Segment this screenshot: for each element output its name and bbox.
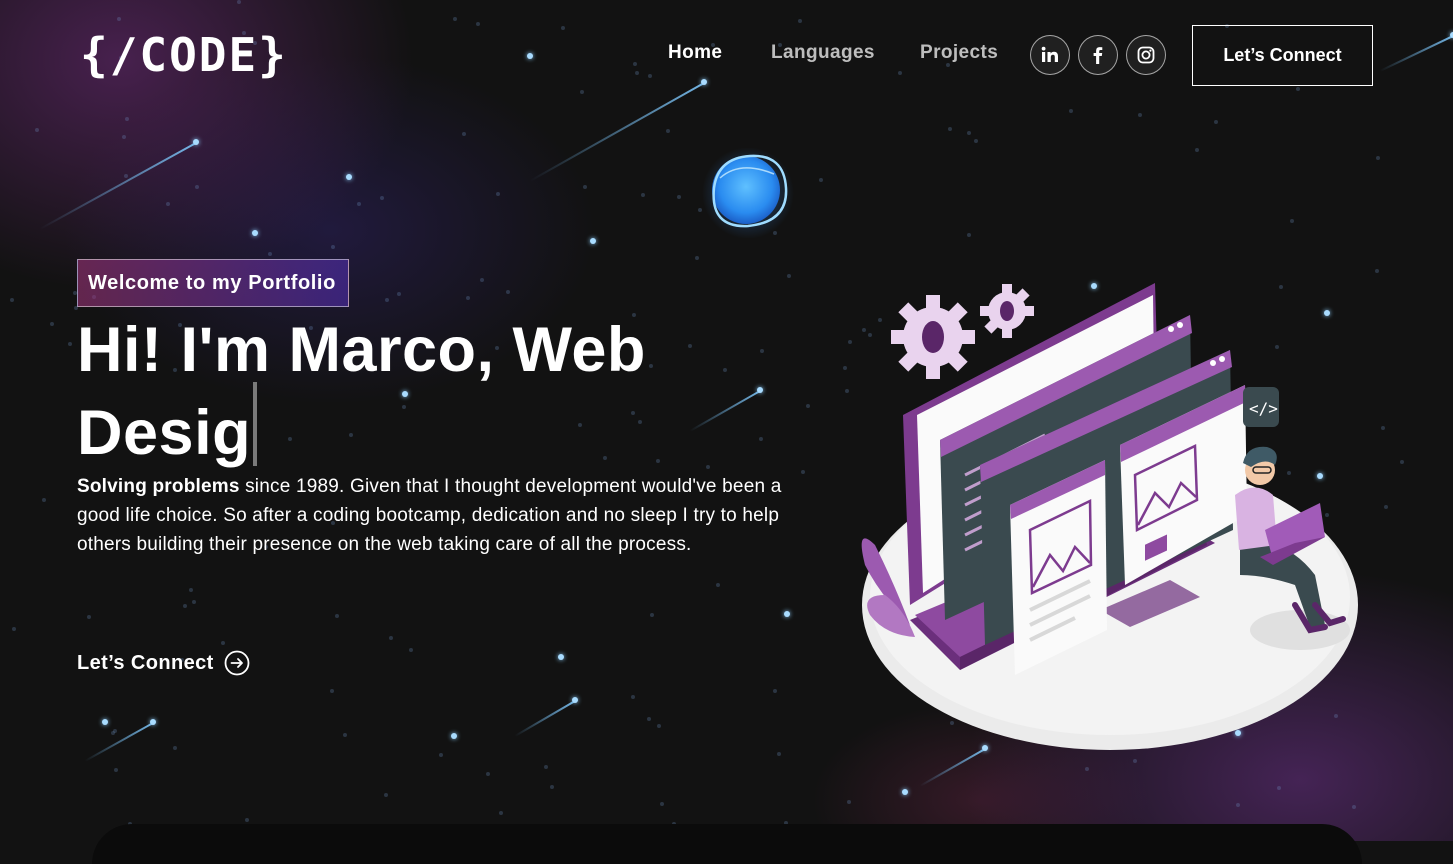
headline-text: Hi! I'm Marco, Web Desig [77,315,646,468]
hero-description: Solving problems since 1989. Given that … [77,472,787,559]
next-section-edge [92,824,1362,864]
site-logo[interactable]: {/CODE} [80,26,288,84]
facebook-button[interactable] [1078,35,1118,75]
lets-connect-button[interactable]: Let’s Connect [1192,25,1373,86]
svg-text:</>: </> [1249,399,1278,418]
hero-connect-link[interactable]: Let’s Connect [77,648,250,678]
developer-illustration: </> [855,275,1365,755]
nav-link-home[interactable]: Home [668,42,722,70]
linkedin-icon [1041,46,1058,62]
nav-link-languages[interactable]: Languages [771,42,875,70]
welcome-tagline: Welcome to my Portfolio [77,259,349,307]
logo-text: {/CODE} [80,28,288,82]
hero-connect-label: Let’s Connect [77,651,214,674]
facebook-icon [1093,47,1103,64]
description-highlight: Solving problems [77,476,240,497]
instagram-button[interactable] [1126,35,1166,75]
arrow-right-circle-icon [224,650,250,676]
nav-link-projects[interactable]: Projects [920,42,998,70]
instagram-icon [1137,46,1155,64]
linkedin-button[interactable] [1030,35,1070,75]
hero-headline: Hi! I'm Marco, Web Desig [77,318,757,466]
typing-cursor [253,382,258,466]
glowing-planet-icon [700,147,796,239]
